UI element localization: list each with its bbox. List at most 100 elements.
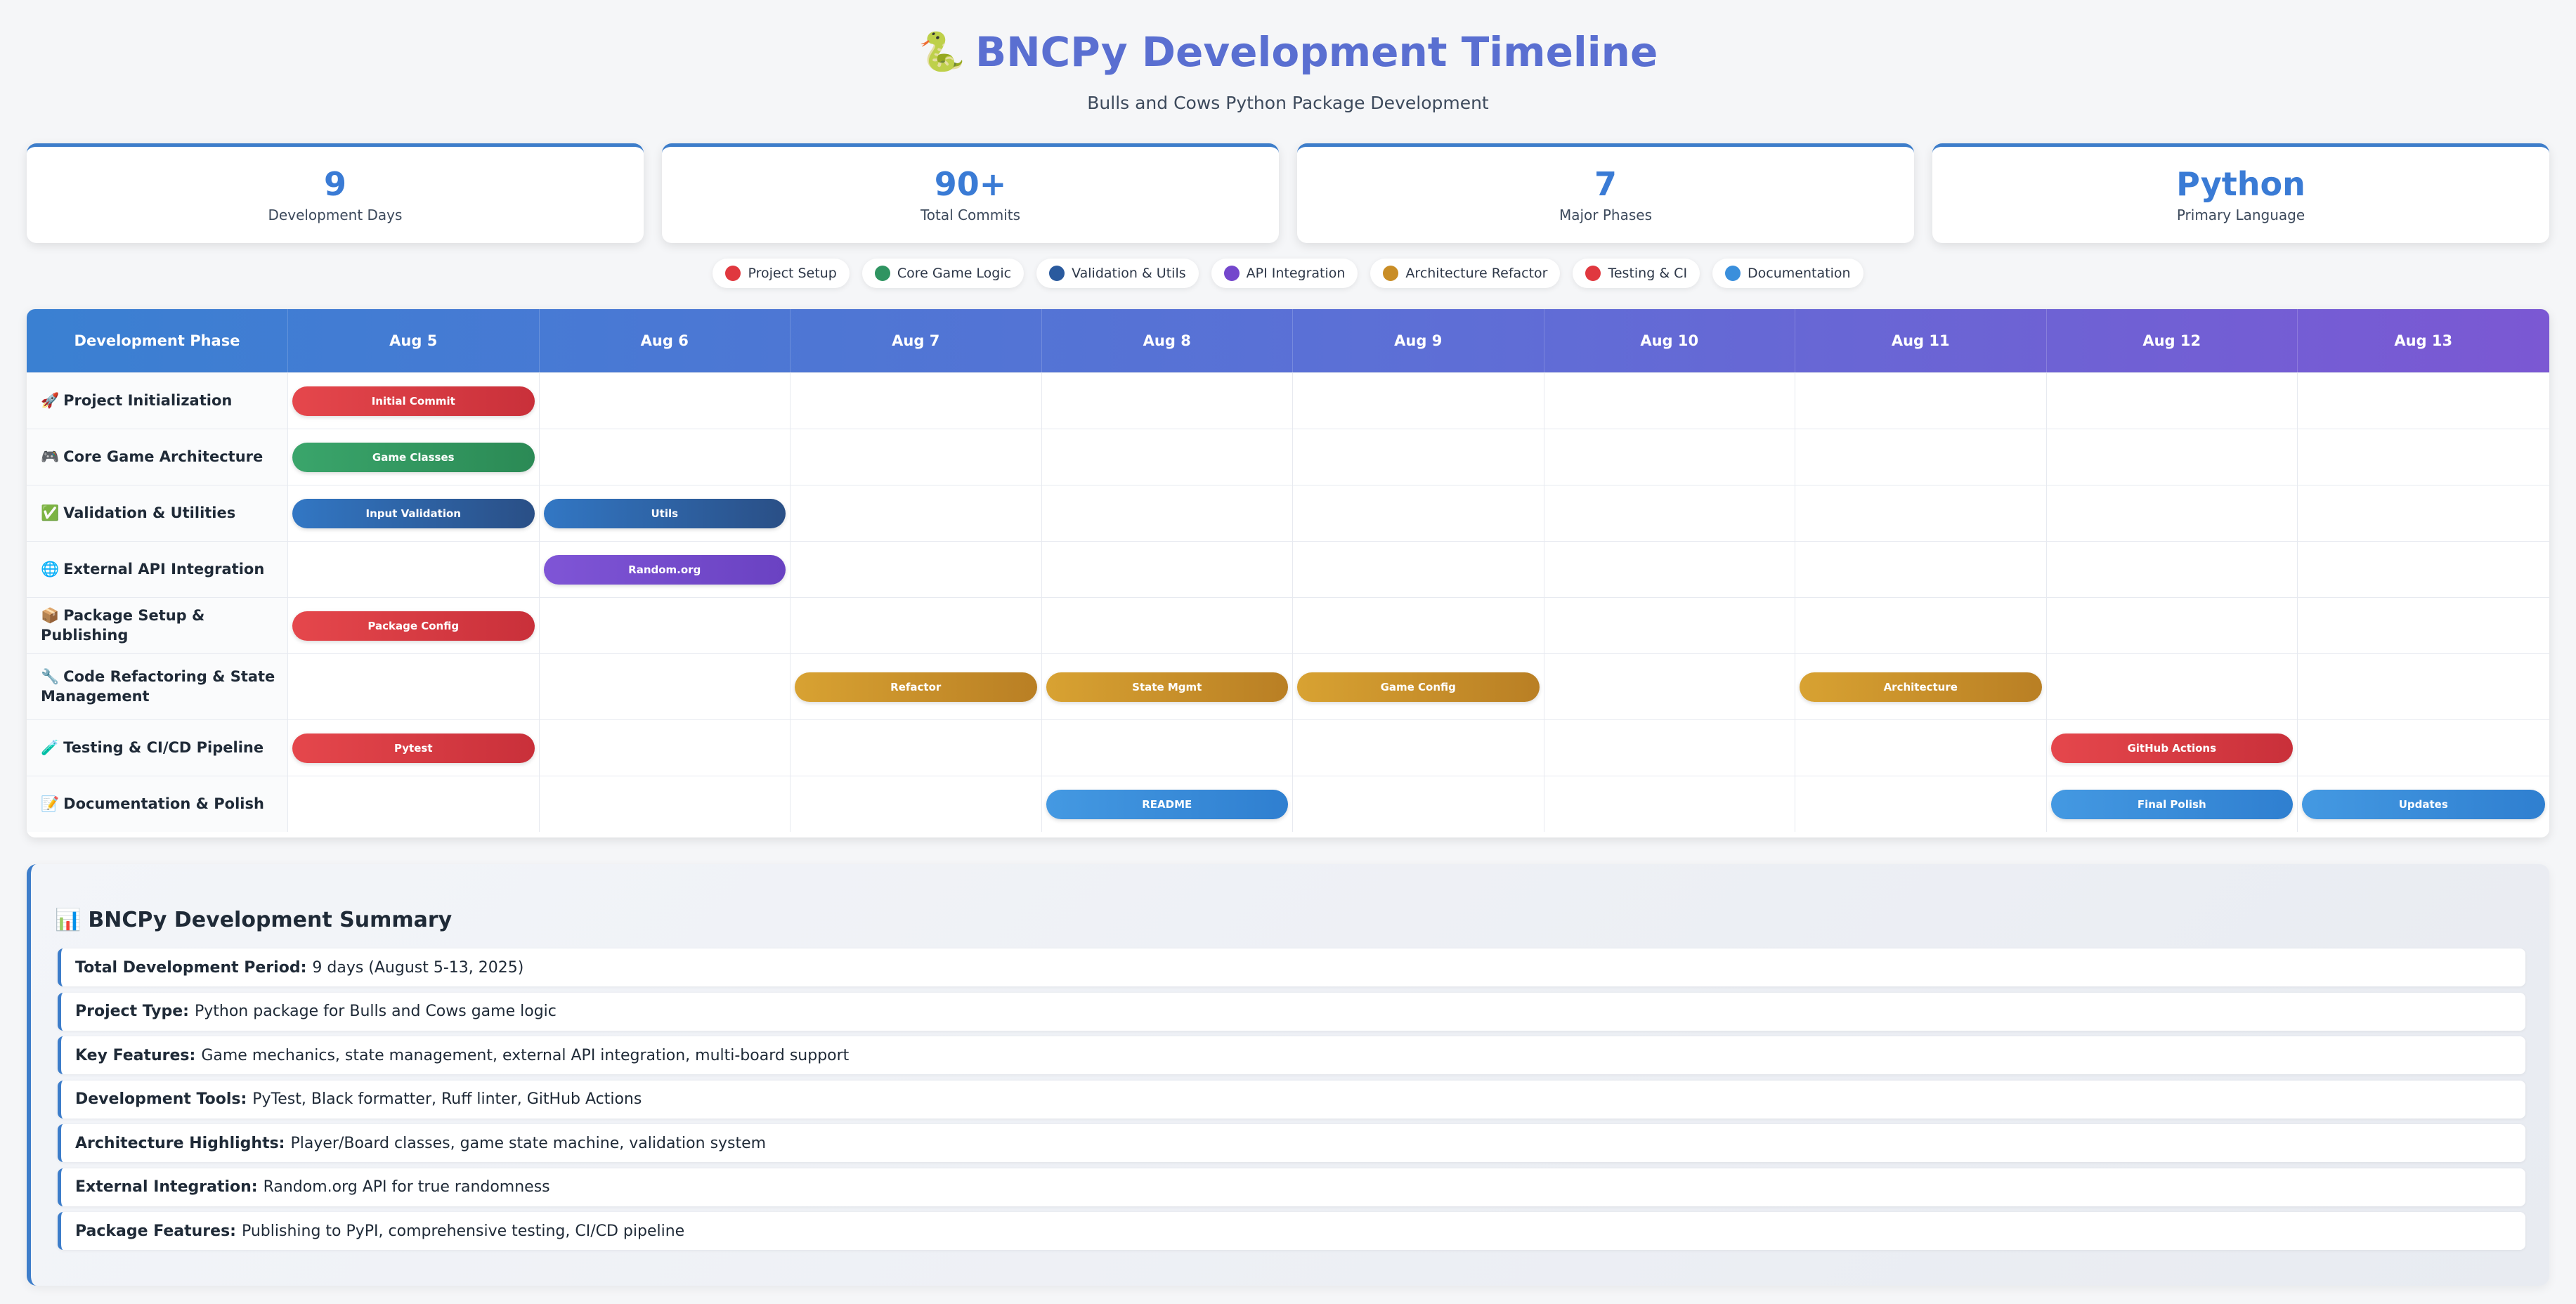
- summary-item-value: Publishing to PyPI, comprehensive testin…: [241, 1222, 685, 1240]
- phase-label-text: Package Setup & Publishing: [41, 607, 205, 644]
- phase-icon: 📝: [41, 795, 60, 812]
- summary-item: Architecture Highlights: Player/Board cla…: [58, 1124, 2525, 1162]
- timeline-header-day: Aug 11: [1795, 309, 2047, 372]
- timeline-cell: [1795, 373, 2047, 429]
- timeline-cell: [791, 485, 1042, 541]
- timeline-cell: [1544, 598, 1795, 653]
- timeline-cell: [1795, 598, 2047, 653]
- summary-item: Key Features: Game mechanics, state manag…: [58, 1036, 2525, 1074]
- timeline-bar[interactable]: Architecture: [1800, 672, 2042, 702]
- timeline-cell: [1795, 429, 2047, 485]
- legend-item-validation-utils: Validation & Utils: [1036, 259, 1199, 288]
- summary-panel: 📊 BNCPy Development Summary Total Develo…: [27, 864, 2549, 1286]
- page-header: 🐍 BNCPy Development Timeline Bulls and C…: [0, 28, 2576, 113]
- legend-dot-icon: [725, 266, 741, 281]
- timeline-row: 📝 Documentation & Polish README Final Polis…: [27, 776, 2549, 832]
- timeline-cell: Game Classes: [288, 429, 540, 485]
- timeline-bar[interactable]: Final Polish: [2050, 789, 2293, 819]
- phase-label: 🔧 Code Refactoring & State Management: [27, 654, 288, 719]
- timeline-bar[interactable]: Refactor: [795, 672, 1037, 702]
- timeline-cell: Architecture: [1795, 654, 2047, 719]
- summary-item-value: Game mechanics, state management, extern…: [201, 1046, 850, 1064]
- timeline-header-day: Aug 12: [2047, 309, 2298, 372]
- legend-dot-icon: [1585, 266, 1601, 281]
- stat-value: 7: [1594, 165, 1617, 204]
- summary-item-value: Python package for Bulls and Cows game l…: [194, 1003, 557, 1020]
- timeline-bar[interactable]: Initial Commit: [292, 386, 535, 416]
- timeline-cell: Utils: [540, 485, 791, 541]
- legend-dot-icon: [1049, 266, 1065, 281]
- phase-label-text: Documentation & Polish: [63, 795, 264, 812]
- timeline-header-day: Aug 10: [1544, 309, 1795, 372]
- timeline-cell: Pytest: [288, 720, 540, 776]
- timeline-cell: [1544, 485, 1795, 541]
- summary-item-label: Package Features:: [75, 1222, 236, 1240]
- legend-label: Project Setup: [748, 266, 837, 281]
- summary-item-label: Total Development Period:: [75, 958, 307, 977]
- timeline-header-day: Aug 6: [540, 309, 791, 372]
- timeline-row: ✅ Validation & Utilities Input Validation U…: [27, 485, 2549, 541]
- stat-label: Major Phases: [1559, 206, 1653, 223]
- phase-label: 🎮 Core Game Architecture: [27, 429, 288, 485]
- timeline-cell: [540, 776, 791, 832]
- timeline-bar[interactable]: Utils: [543, 498, 786, 528]
- timeline-cell: [2298, 654, 2549, 719]
- phase-icon: 🚀: [41, 391, 60, 409]
- timeline-cell: [2047, 373, 2298, 429]
- timeline-cell: [1293, 485, 1544, 541]
- timeline-bar[interactable]: GitHub Actions: [2050, 733, 2293, 763]
- summary-item-value: Player/Board classes, game state machine…: [290, 1134, 767, 1152]
- chart-icon: 📊: [55, 908, 82, 932]
- timeline-cell: GitHub Actions: [2047, 720, 2298, 776]
- timeline-cell: [791, 429, 1042, 485]
- timeline-cell: [1042, 598, 1293, 653]
- timeline-bar[interactable]: Package Config: [292, 611, 535, 641]
- timeline-cell: [2047, 429, 2298, 485]
- timeline-bar[interactable]: Input Validation: [292, 498, 535, 528]
- summary-item-label: Key Features:: [75, 1046, 196, 1064]
- timeline-bar[interactable]: Pytest: [292, 733, 535, 763]
- timeline-cell: [1293, 542, 1544, 597]
- stat-value: Python: [2176, 165, 2305, 204]
- summary-list: Total Development Period: 9 days (August …: [58, 948, 2525, 1256]
- phase-label-text: External API Integration: [63, 560, 265, 578]
- timeline-body: 🚀 Project Initialization Initial Commit 🎮 Co…: [27, 372, 2549, 832]
- phase-icon: 🌐: [41, 560, 60, 578]
- timeline-bar[interactable]: README: [1046, 789, 1288, 819]
- timeline-cell: [1042, 720, 1293, 776]
- timeline-cell: [540, 429, 791, 485]
- timeline-bar[interactable]: Updates: [2302, 789, 2545, 819]
- timeline-cell: [791, 776, 1042, 832]
- timeline-cell: [1293, 429, 1544, 485]
- timeline-row: 🧪 Testing & CI/CD Pipeline Pytest GitHub Ac…: [27, 719, 2549, 776]
- summary-item: Development Tools: PyTest, Black formatte…: [58, 1080, 2525, 1119]
- timeline-bar[interactable]: Game Config: [1297, 672, 1540, 702]
- phase-label: 🧪 Testing & CI/CD Pipeline: [27, 720, 288, 776]
- timeline-cell: [2047, 485, 2298, 541]
- timeline-cell: State Mgmt: [1042, 654, 1293, 719]
- summary-item: Package Features: Publishing to PyPI, com…: [58, 1212, 2525, 1250]
- timeline-bar[interactable]: Random.org: [543, 554, 786, 585]
- timeline-cell: Random.org: [540, 542, 791, 597]
- timeline-cell: [791, 598, 1042, 653]
- timeline-cell: Initial Commit: [288, 373, 540, 429]
- phase-label: 🌐 External API Integration: [27, 542, 288, 597]
- timeline-cell: [1795, 720, 2047, 776]
- timeline-table: Development Phase Aug 5 Aug 6 Aug 7 Aug 8 Aug…: [27, 309, 2549, 837]
- stat-label: Total Commits: [920, 206, 1021, 223]
- timeline-cell: [1544, 373, 1795, 429]
- timeline-cell: Input Validation: [288, 485, 540, 541]
- timeline-cell: Refactor: [791, 654, 1042, 719]
- timeline-cell: [791, 373, 1042, 429]
- phase-label-text: Project Initialization: [63, 391, 233, 409]
- timeline-cell: [791, 542, 1042, 597]
- timeline-cell: [540, 373, 791, 429]
- timeline-cell: [1544, 429, 1795, 485]
- timeline-row: 🚀 Project Initialization Initial Commit: [27, 372, 2549, 429]
- timeline-cell: [2298, 429, 2549, 485]
- timeline-bar[interactable]: Game Classes: [292, 442, 535, 472]
- phase-icon: 🧪: [41, 738, 60, 756]
- timeline-bar[interactable]: State Mgmt: [1046, 672, 1288, 702]
- timeline-cell: [288, 542, 540, 597]
- summary-title: 📊 BNCPy Development Summary: [55, 908, 452, 932]
